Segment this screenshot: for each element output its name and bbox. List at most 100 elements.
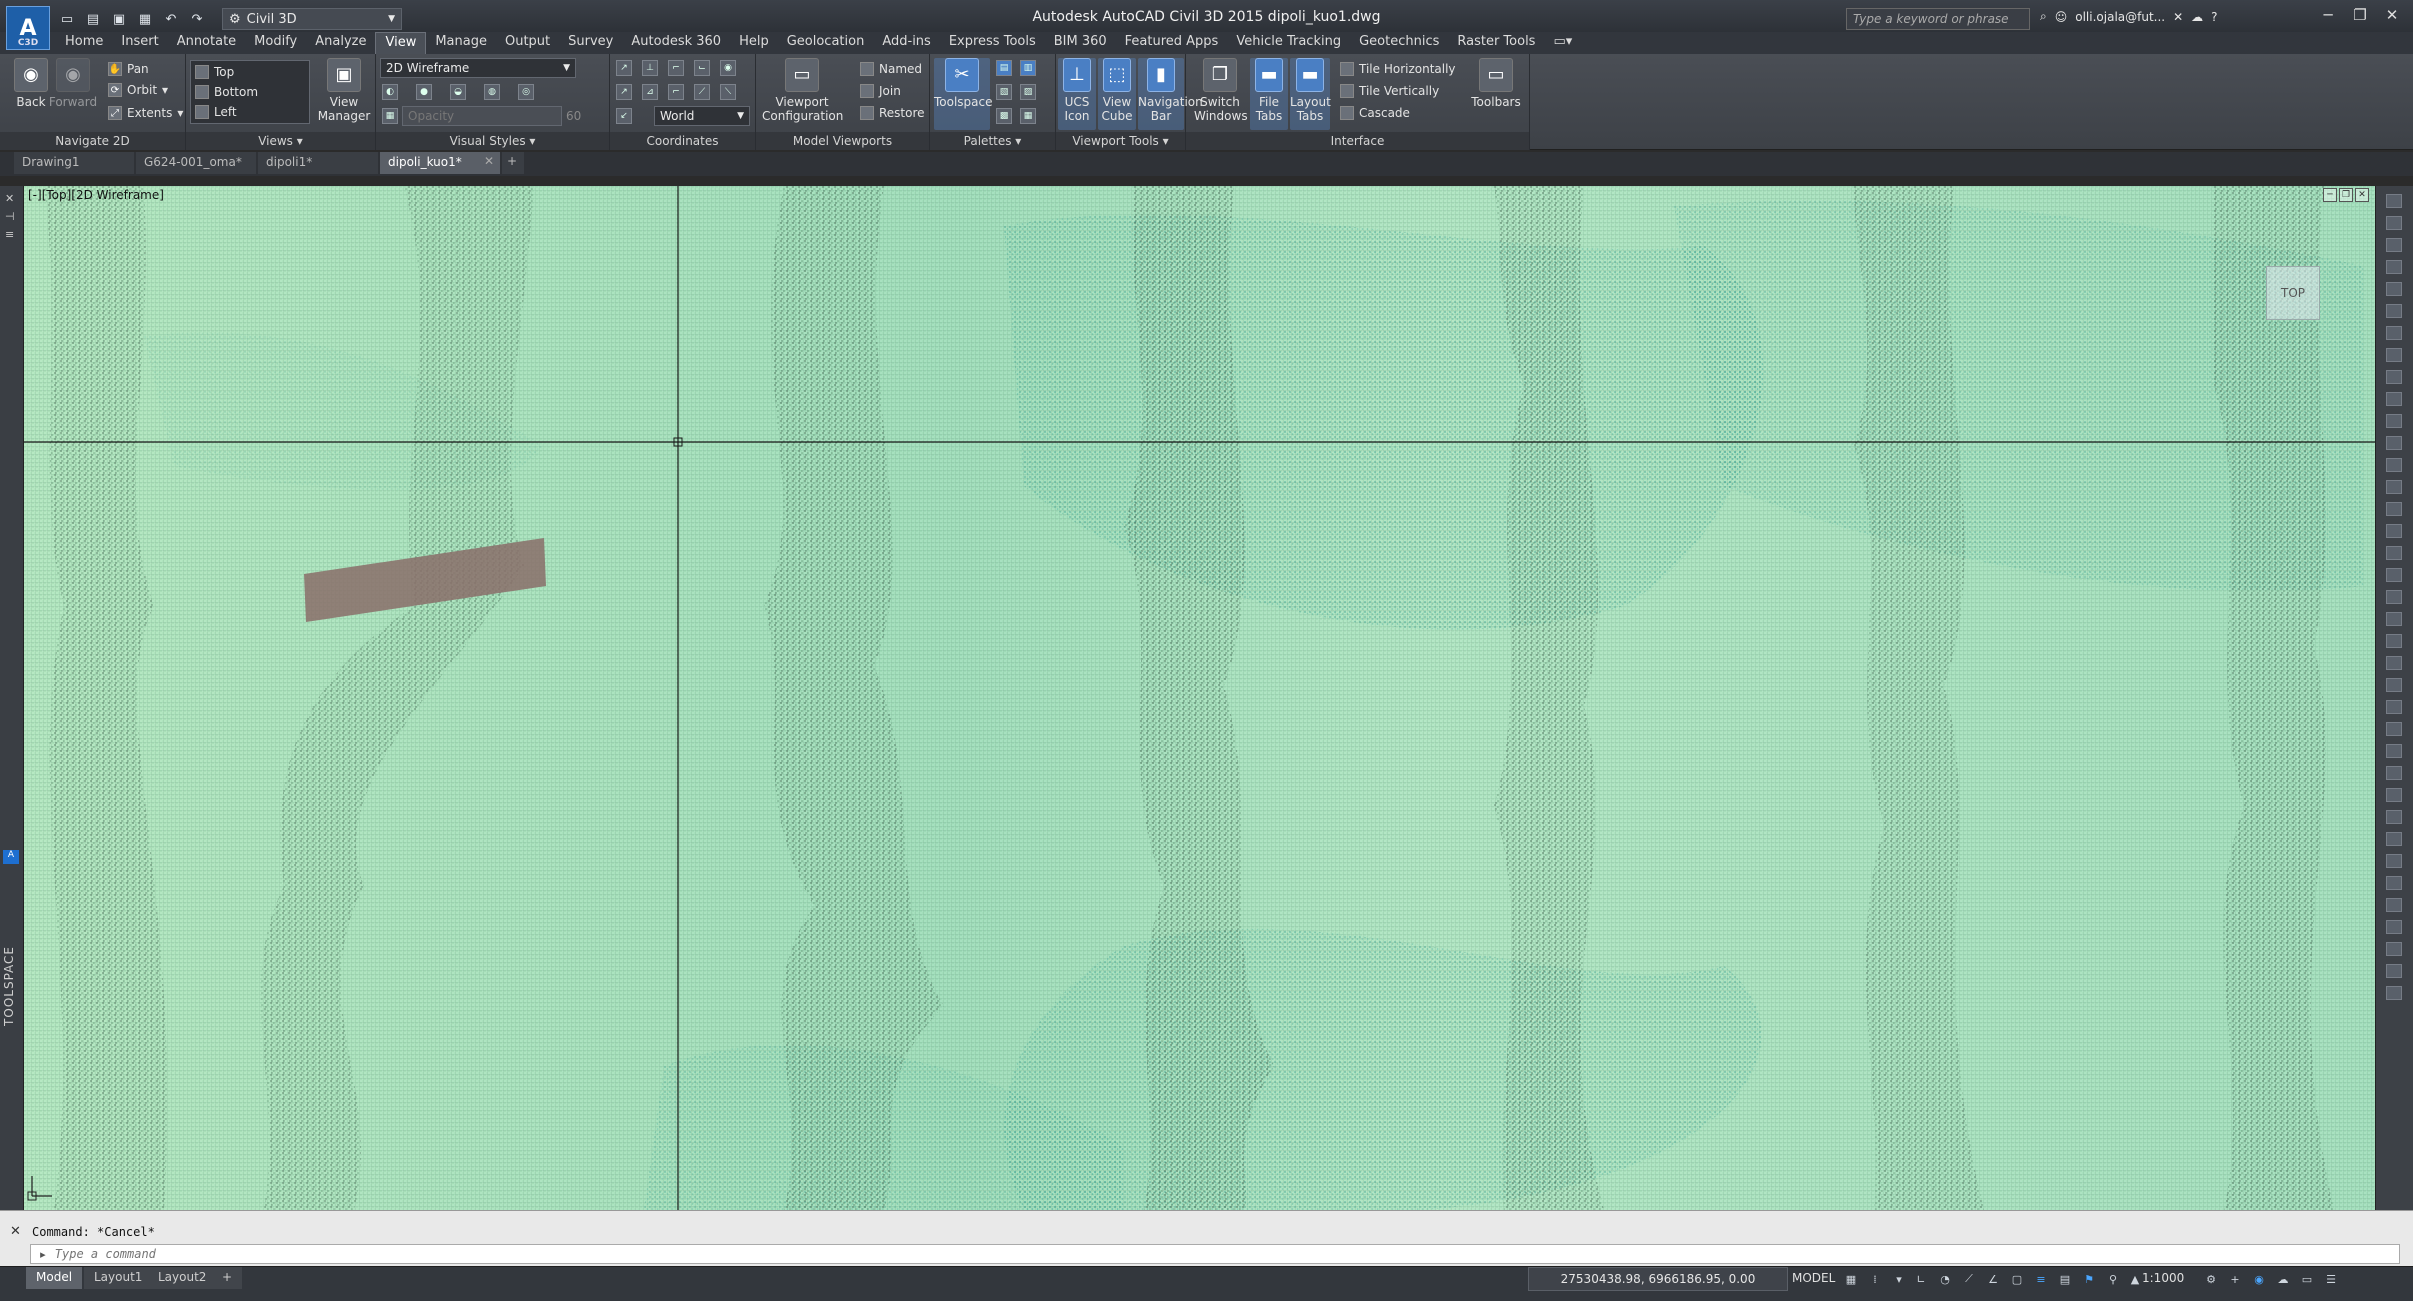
tool-circle-icon[interactable]	[2386, 238, 2402, 252]
tool-scale-icon[interactable]	[2386, 414, 2402, 428]
workspace-gear-icon[interactable]: ⚙	[2202, 1271, 2220, 1287]
tile-horizontally-button[interactable]: Tile Horizontally	[1340, 60, 1456, 78]
coordinate-readout[interactable]: 27530438.98, 6966186.95, 0.00	[1528, 1267, 1788, 1291]
viewport-close-icon[interactable]: ✕	[2355, 188, 2369, 202]
viewport-configuration-button[interactable]: ▭ Viewport Configuration	[762, 58, 843, 123]
edge-effects-icon[interactable]: ◐	[382, 84, 398, 100]
toolspace-button[interactable]: ✂ Toolspace	[934, 58, 993, 130]
tab-manage[interactable]: Manage	[426, 32, 496, 54]
ucs-3point-icon[interactable]: ↗	[616, 84, 632, 100]
visual-style-select[interactable]: 2D Wireframe ▼	[380, 58, 576, 78]
lighting-icon[interactable]: ●	[416, 84, 432, 100]
restore-button[interactable]: ❐	[2345, 4, 2375, 26]
tool-revcloud-icon[interactable]	[2386, 920, 2402, 934]
save-icon[interactable]: ▣	[108, 9, 130, 29]
close-icon[interactable]: ✕	[10, 1224, 21, 1239]
ucs-world-icon[interactable]: ⊥	[642, 60, 658, 76]
tile-vertically-button[interactable]: Tile Vertically	[1340, 82, 1439, 100]
ucs-x-icon[interactable]: ⌙	[694, 60, 710, 76]
binoculars-icon[interactable]: ⌕	[2040, 9, 2047, 24]
annotation-visibility-icon[interactable]: ⚑	[2080, 1271, 2098, 1287]
polar-icon[interactable]: ◔	[1936, 1271, 1954, 1287]
layout-tabs-button[interactable]: ▬ Layout Tabs	[1290, 58, 1331, 130]
tool-line-icon[interactable]	[2386, 194, 2402, 208]
tab-modify[interactable]: Modify	[245, 32, 306, 54]
isolate-objects-icon[interactable]: ◉	[2250, 1271, 2268, 1287]
file-tab-g624[interactable]: G624-001_oma*	[136, 152, 256, 174]
command-prompt-icon[interactable]: ▸	[31, 1248, 55, 1261]
tool-ellipse-icon[interactable]	[2386, 876, 2402, 890]
search-input[interactable]: Type a keyword or phrase	[1846, 8, 2030, 30]
close-button[interactable]: ✕	[2377, 4, 2407, 26]
design-center-icon[interactable]: ▨	[1020, 84, 1036, 100]
tool-text-icon[interactable]	[2386, 326, 2402, 340]
help-icon[interactable]: ?	[2211, 10, 2217, 24]
ucs-icon[interactable]: ↗	[616, 60, 632, 76]
grid-icon[interactable]: ▦	[1842, 1271, 1860, 1287]
tool-rectangle-icon[interactable]	[2386, 282, 2402, 296]
ucs-named-icon[interactable]: ⟍	[720, 84, 736, 100]
tool-insert-icon[interactable]	[2386, 766, 2402, 780]
tab-vehicle-tracking[interactable]: Vehicle Tracking	[1227, 32, 1350, 54]
chevron-down-icon[interactable]: ▾	[1890, 1271, 1908, 1287]
tab-model[interactable]: Model	[26, 1267, 83, 1289]
model-space-toggle[interactable]: MODEL	[1792, 1271, 1835, 1285]
file-tabs-button[interactable]: ▬ File Tabs	[1250, 58, 1288, 130]
lineweight-icon[interactable]: ≡	[2032, 1271, 2050, 1287]
tab-insert[interactable]: Insert	[112, 32, 167, 54]
ucs-select[interactable]: World ▼	[654, 106, 750, 126]
autodesk-360-icon[interactable]: ☁	[2191, 10, 2203, 24]
tool-palettes-icon[interactable]: ▥	[1020, 60, 1036, 76]
layer-properties-icon[interactable]: ▧	[996, 84, 1012, 100]
isodraft-icon[interactable]: ⟋	[1960, 1271, 1978, 1287]
tool-block-icon[interactable]	[2386, 744, 2402, 758]
tool-dimension-icon[interactable]	[2386, 700, 2402, 714]
pan-button[interactable]: ✋ Pan	[108, 60, 149, 78]
tab-bim-360[interactable]: BIM 360	[1045, 32, 1116, 54]
viewport-restore-icon[interactable]: ❐	[2339, 188, 2353, 202]
clean-screen-icon[interactable]: ▭	[2298, 1271, 2316, 1287]
properties-icon[interactable]: ≡	[5, 228, 14, 241]
file-tab-drawing1[interactable]: Drawing1	[14, 152, 134, 174]
tool-wipeout-icon[interactable]	[2386, 898, 2402, 912]
snap-icon[interactable]: ⁞	[1866, 1271, 1884, 1287]
tool-hatch-icon[interactable]	[2386, 304, 2402, 318]
material-icon[interactable]: ◍	[484, 84, 500, 100]
tool-break-icon[interactable]	[2386, 656, 2402, 670]
file-tab-dipoli-kuo1[interactable]: dipoli_kuo1* ✕	[380, 152, 500, 174]
tool-leader-icon[interactable]	[2386, 722, 2402, 736]
tool-point-icon[interactable]	[2386, 810, 2402, 824]
customization-icon[interactable]: ☰	[2322, 1271, 2340, 1287]
ribbon-minimize-icon[interactable]: ▭▾	[1544, 32, 1581, 54]
tool-erase-icon[interactable]	[2386, 590, 2402, 604]
orbit-button[interactable]: ⟳ Orbit ▾	[108, 81, 168, 99]
shadow-icon[interactable]: ◒	[450, 84, 466, 100]
extents-button[interactable]: ⤢ Extents ▾	[108, 104, 183, 122]
viewcube[interactable]: TOP	[2266, 266, 2320, 320]
tool-rotate-icon[interactable]	[2386, 392, 2402, 406]
minimize-button[interactable]: ─	[2313, 4, 2343, 26]
command-input[interactable]	[54, 1247, 2399, 1261]
plot-icon[interactable]: ▦	[134, 9, 156, 29]
ucs-view-icon[interactable]: ◉	[720, 60, 736, 76]
annotation-monitor-icon[interactable]: +	[2226, 1271, 2244, 1287]
tab-view[interactable]: View	[375, 32, 427, 54]
opacity-slider[interactable]: Opacity	[402, 106, 562, 126]
close-icon[interactable]: ✕	[5, 192, 14, 205]
new-file-icon[interactable]: ▭	[56, 9, 78, 29]
join-viewports-button[interactable]: Join	[860, 82, 901, 100]
tool-join-icon[interactable]	[2386, 678, 2402, 692]
view-item-top[interactable]: Top	[195, 63, 234, 81]
view-item-bottom[interactable]: Bottom	[195, 83, 258, 101]
tab-layout1[interactable]: Layout1	[84, 1267, 153, 1289]
undo-icon[interactable]: ↶	[160, 9, 182, 29]
add-layout-button[interactable]: +	[212, 1267, 243, 1289]
view-cube-button[interactable]: ⬚ View Cube	[1098, 58, 1136, 130]
switch-windows-button[interactable]: ❐ Switch Windows	[1194, 58, 1248, 123]
tool-offset-icon[interactable]	[2386, 458, 2402, 472]
ortho-icon[interactable]: ∟	[1912, 1271, 1930, 1287]
tab-layout2[interactable]: Layout2	[148, 1267, 217, 1289]
transparency-icon[interactable]: ▤	[2056, 1271, 2074, 1287]
toolbars-button[interactable]: ▭ Toolbars	[1468, 58, 1524, 109]
tab-output[interactable]: Output	[496, 32, 559, 54]
